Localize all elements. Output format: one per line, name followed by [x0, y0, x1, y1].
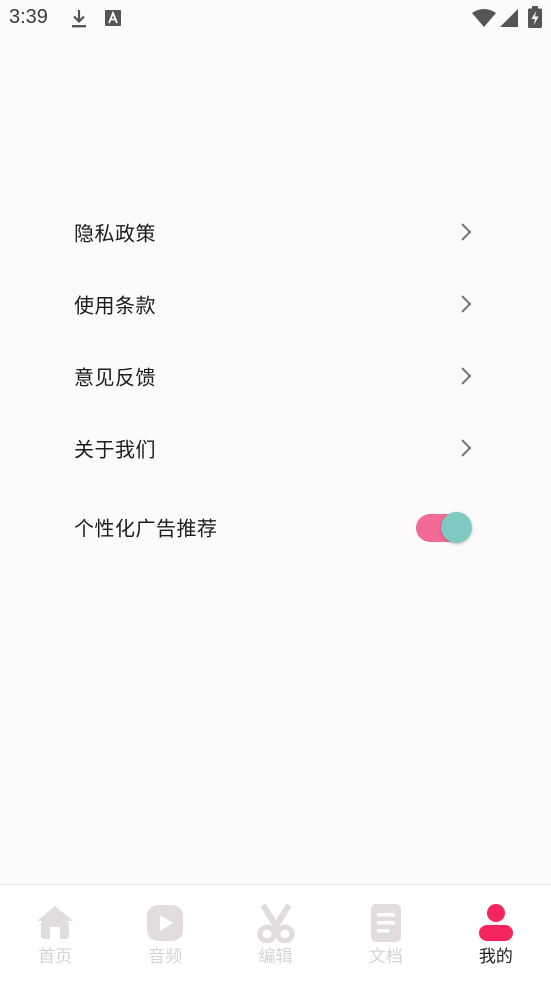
nav-label: 文档 [368, 947, 403, 967]
nav-label: 我的 [478, 947, 513, 967]
menu-item-terms-of-use[interactable]: 使用条款 [0, 268, 551, 340]
nav-item-home[interactable]: 首页 [0, 885, 110, 981]
scissors-icon [257, 903, 294, 943]
nav-item-audio[interactable]: 音频 [110, 885, 220, 981]
battery-charging-icon [528, 6, 542, 28]
personalized-ads-toggle[interactable] [414, 510, 472, 544]
person-icon [478, 904, 513, 941]
menu-item-label: 使用条款 [74, 293, 156, 318]
nav-label: 音频 [148, 947, 183, 967]
bottom-nav: 首页 音频 编辑 文档 我的 [0, 884, 551, 981]
text-a-icon [105, 10, 121, 26]
chevron-right-icon [461, 223, 472, 241]
document-icon [370, 904, 401, 942]
menu-item-label: 意见反馈 [74, 365, 156, 390]
menu-item-about-us[interactable]: 关于我们 [0, 412, 551, 484]
toggle-thumb [441, 512, 472, 543]
personalized-ads-label: 个性化广告推荐 [74, 516, 218, 541]
chevron-right-icon [461, 295, 472, 313]
signal-icon [500, 9, 518, 27]
play-icon [147, 905, 184, 941]
menu-item-personalized-ads: 个性化广告推荐 [0, 484, 551, 570]
nav-label: 首页 [38, 947, 73, 967]
home-icon [37, 906, 74, 939]
menu-item-feedback[interactable]: 意见反馈 [0, 340, 551, 412]
settings-menu: 隐私政策 使用条款 意见反馈 关于我们 个性化广告推荐 [0, 196, 551, 570]
screen: 3:39 隐私政策 使用条款 意见反馈 关于我们 个性化广告推荐 首页 音频 编… [0, 0, 551, 981]
nav-label: 编辑 [258, 947, 293, 967]
wifi-icon [472, 9, 496, 27]
menu-item-label: 隐私政策 [74, 221, 156, 246]
chevron-right-icon [461, 439, 472, 457]
download-icon [72, 10, 86, 28]
chevron-right-icon [461, 367, 472, 385]
menu-item-label: 关于我们 [74, 437, 156, 462]
menu-item-privacy-policy[interactable]: 隐私政策 [0, 196, 551, 268]
nav-item-edit[interactable]: 编辑 [220, 885, 330, 981]
status-time: 3:39 [9, 6, 48, 28]
nav-item-mine[interactable]: 我的 [441, 885, 551, 981]
nav-item-documents[interactable]: 文档 [331, 885, 441, 981]
status-bar: 3:39 [0, 0, 551, 38]
